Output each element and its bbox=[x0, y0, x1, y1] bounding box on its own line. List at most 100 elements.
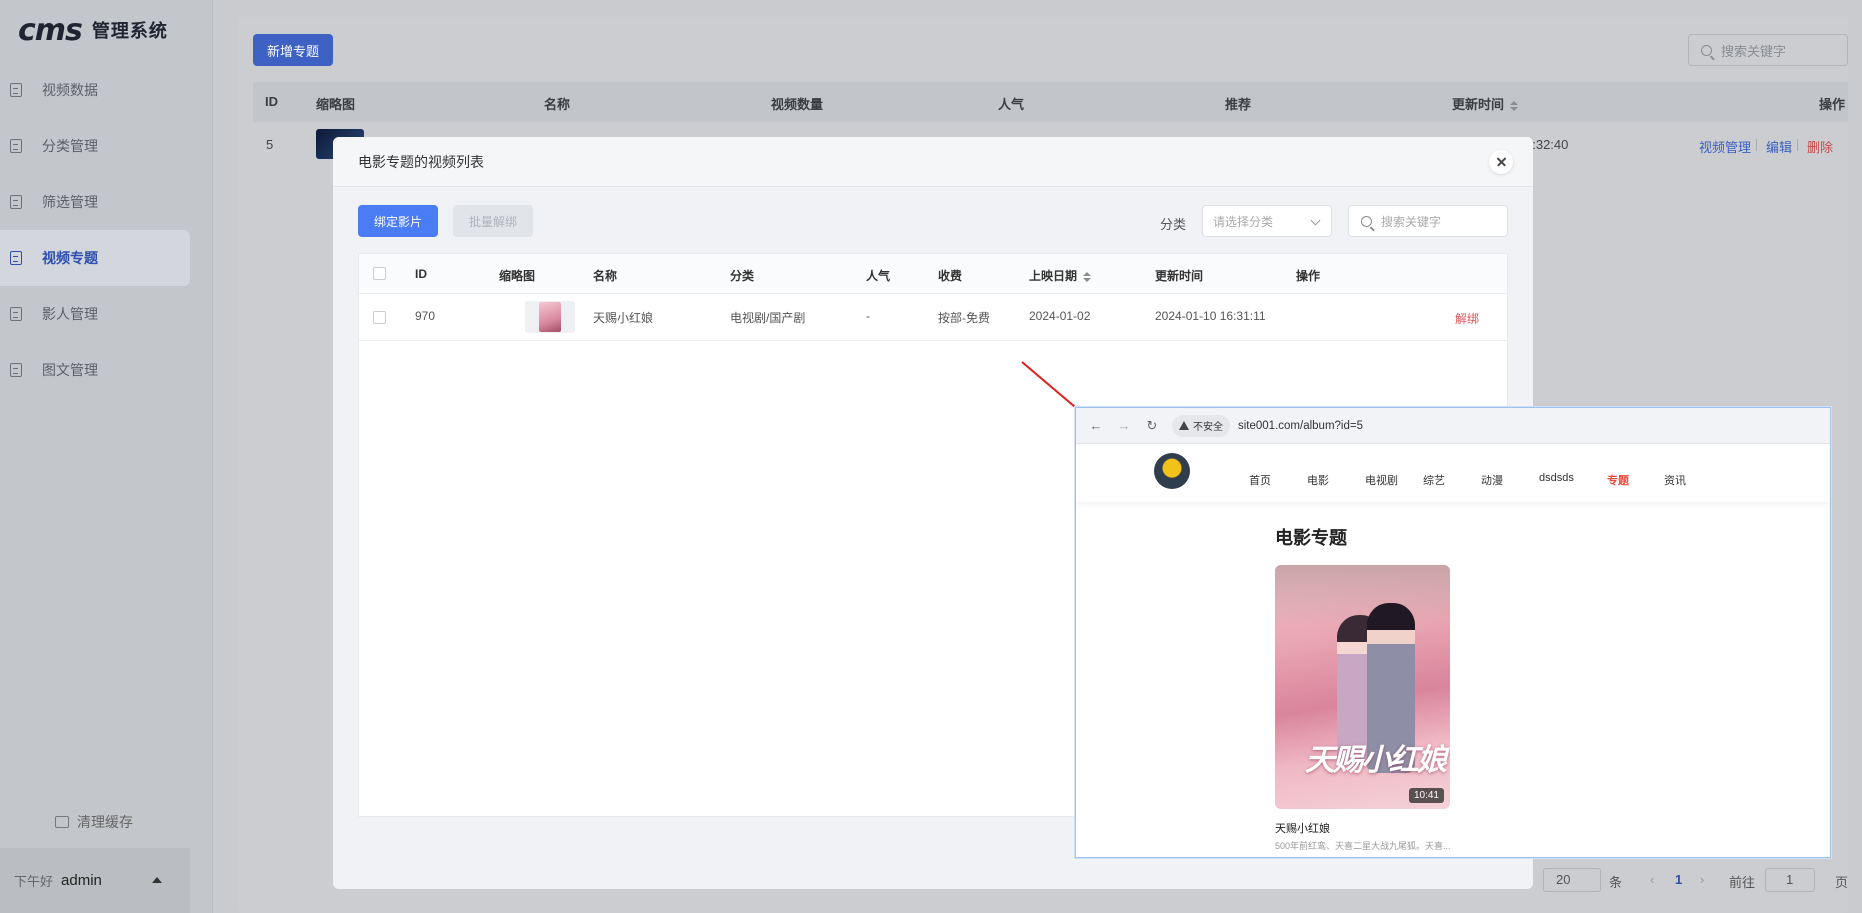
address-bar: ← → ↻ 不安全 site001.com/album?id=5 bbox=[1076, 408, 1830, 444]
batch-unbind-button[interactable]: 批量解绑 bbox=[453, 205, 533, 237]
video-id: 970 bbox=[415, 309, 436, 323]
close-icon[interactable] bbox=[1489, 150, 1513, 174]
video-updated: 2024-01-10 16:31:11 bbox=[1155, 309, 1266, 323]
security-label: 不安全 bbox=[1193, 422, 1223, 433]
page-size-select[interactable] bbox=[1543, 868, 1601, 892]
column-header-sortable[interactable]: 上映日期 bbox=[1029, 267, 1092, 284]
category-placeholder: 请选择分类 bbox=[1213, 214, 1274, 229]
site-nav-anime[interactable]: 动漫 bbox=[1481, 472, 1503, 488]
chevron-down-icon bbox=[1310, 215, 1321, 226]
next-page-icon[interactable]: › bbox=[1700, 872, 1704, 887]
column-header: 名称 bbox=[544, 97, 571, 112]
sort-icon[interactable] bbox=[1083, 271, 1092, 282]
video-category: 电视剧/国产剧 bbox=[730, 311, 806, 325]
video-charge: 按部-免费 bbox=[938, 311, 990, 325]
column-header: 缩略图 bbox=[499, 269, 536, 283]
sidebar-item-people[interactable]: 影人管理 bbox=[0, 286, 190, 342]
unbind-link[interactable]: 解绑 bbox=[1455, 310, 1479, 327]
topic-table-header: ID 缩略图 名称 视频数量 人气 推荐 更新时间 操作 bbox=[253, 82, 1848, 122]
search-placeholder: 搜索关键字 bbox=[1381, 214, 1442, 229]
delete-link[interactable]: 删除 bbox=[1807, 137, 1833, 156]
site-nav-dsdsds[interactable]: dsdsds bbox=[1539, 472, 1574, 484]
column-header-sortable[interactable]: 更新时间 bbox=[1452, 94, 1519, 113]
document-icon bbox=[10, 363, 22, 377]
security-badge[interactable]: 不安全 bbox=[1172, 414, 1230, 437]
url-text[interactable]: site001.com/album?id=5 bbox=[1238, 420, 1363, 432]
site-nav-movie[interactable]: 电影 bbox=[1307, 472, 1329, 488]
search-placeholder: 搜索关键字 bbox=[1721, 43, 1787, 59]
add-topic-button[interactable]: 新增专题 bbox=[253, 34, 333, 66]
column-header-label: 更新时间 bbox=[1452, 97, 1505, 112]
sidebar-item-label: 分类管理 bbox=[42, 138, 98, 154]
back-icon[interactable]: ← bbox=[1088, 418, 1104, 434]
prev-page-icon[interactable]: ‹ bbox=[1650, 872, 1654, 887]
video-thumbnail bbox=[525, 301, 575, 333]
caret-up-icon bbox=[152, 877, 162, 883]
video-manage-link[interactable]: 视频管理 bbox=[1699, 137, 1751, 156]
topic-id: 5 bbox=[266, 137, 274, 152]
dialog-header: 电影专题的视频列表 bbox=[333, 137, 1533, 187]
sidebar-item-label: 视频专题 bbox=[42, 250, 98, 266]
column-header: 人气 bbox=[866, 269, 891, 283]
site-nav-variety[interactable]: 综艺 bbox=[1423, 472, 1445, 488]
goto-page-value: 1 bbox=[1786, 872, 1794, 887]
app-logo[interactable]: cms 管理系统 bbox=[18, 12, 168, 48]
document-icon bbox=[10, 307, 22, 321]
browser-screenshot: ← → ↻ 不安全 site001.com/album?id=5 首页 电影 电… bbox=[1075, 407, 1831, 858]
video-poster[interactable]: 天赐小红娘 10:41 bbox=[1275, 565, 1450, 809]
user-menu[interactable]: 下午好 admin bbox=[0, 848, 190, 913]
duration-badge: 10:41 bbox=[1408, 788, 1444, 803]
column-header: 分类 bbox=[730, 269, 755, 283]
column-header: 推荐 bbox=[1225, 97, 1252, 112]
column-header: 更新时间 bbox=[1155, 269, 1204, 283]
sidebar-item-label: 视频数据 bbox=[42, 82, 98, 98]
logo-text: 管理系统 bbox=[91, 21, 168, 41]
site-nav-topic[interactable]: 专题 bbox=[1607, 472, 1629, 488]
site-nav-tv[interactable]: 电视剧 bbox=[1365, 472, 1398, 488]
document-icon bbox=[10, 83, 22, 97]
sidebar-item-video-data[interactable]: 视频数据 bbox=[0, 62, 190, 118]
select-all-checkbox[interactable] bbox=[373, 267, 386, 280]
video-popularity: - bbox=[866, 309, 870, 323]
reload-icon[interactable]: ↻ bbox=[1144, 418, 1160, 434]
document-icon bbox=[10, 251, 22, 265]
video-card-desc: 500年前红鸾、天喜二星大战九尾狐。天喜... bbox=[1275, 841, 1451, 851]
greeting: 下午好 bbox=[14, 874, 54, 889]
page-suffix: 页 bbox=[1835, 875, 1849, 890]
clear-cache-label: 清理缓存 bbox=[77, 814, 133, 830]
column-header: 名称 bbox=[593, 269, 618, 283]
forward-icon[interactable]: → bbox=[1116, 418, 1132, 434]
goto-label: 前往 bbox=[1729, 875, 1756, 890]
sidebar-nav: 视频数据 分类管理 筛选管理 视频专题 影人管理 图文管理 bbox=[0, 62, 190, 398]
category-select[interactable]: 请选择分类 bbox=[1202, 205, 1332, 237]
row-checkbox[interactable] bbox=[373, 311, 386, 324]
sidebar-item-category[interactable]: 分类管理 bbox=[0, 118, 190, 174]
page-size-value: 20 bbox=[1556, 872, 1571, 887]
sidebar-item-filter[interactable]: 筛选管理 bbox=[0, 174, 190, 230]
column-header-label: 上映日期 bbox=[1029, 269, 1078, 283]
site-nav-home[interactable]: 首页 bbox=[1249, 472, 1271, 488]
clear-cache-button[interactable]: 清理缓存 bbox=[55, 812, 133, 832]
video-search-input[interactable]: 搜索关键字 bbox=[1348, 205, 1508, 237]
bind-video-button[interactable]: 绑定影片 bbox=[358, 205, 438, 237]
divider bbox=[1756, 139, 1757, 151]
sidebar-item-articles[interactable]: 图文管理 bbox=[0, 342, 190, 398]
logo-mark: cms bbox=[18, 12, 83, 48]
sort-icon[interactable] bbox=[1510, 100, 1519, 111]
poster-title-art: 天赐小红娘 bbox=[1305, 744, 1447, 777]
column-header: 人气 bbox=[998, 97, 1025, 112]
page-number-current[interactable]: 1 bbox=[1675, 872, 1682, 887]
sidebar-item-video-topic[interactable]: 视频专题 bbox=[0, 230, 190, 286]
site-nav-news[interactable]: 资讯 bbox=[1664, 472, 1686, 488]
site-logo[interactable] bbox=[1154, 453, 1190, 489]
column-header: 操作 bbox=[1819, 97, 1846, 112]
dialog-title: 电影专题的视频列表 bbox=[358, 153, 484, 170]
divider bbox=[1797, 139, 1798, 151]
column-header: 操作 bbox=[1296, 269, 1321, 283]
edit-link[interactable]: 编辑 bbox=[1766, 137, 1792, 156]
topic-search-input[interactable]: 搜索关键字 bbox=[1688, 34, 1848, 66]
video-name: 天赐小红娘 bbox=[593, 311, 654, 325]
video-card-title[interactable]: 天赐小红娘 bbox=[1275, 820, 1330, 836]
site-navbar: 首页 电影 电视剧 综艺 动漫 dsdsds 专题 资讯 bbox=[1076, 445, 1830, 502]
sidebar: cms 管理系统 视频数据 分类管理 筛选管理 视频专题 影人管理 图文管理 清… bbox=[0, 0, 213, 913]
